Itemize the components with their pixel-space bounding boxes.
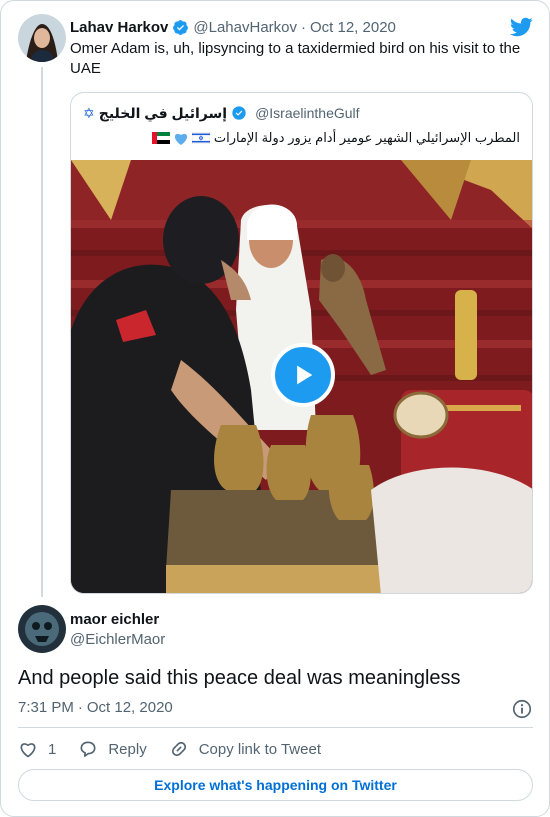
star-of-david-icon: ✡ <box>83 104 95 121</box>
separator-dot: · <box>301 18 306 36</box>
tweet-actions-bar: 1 Reply Copy link to Tweet <box>18 737 343 761</box>
copy-link-label: Copy link to Tweet <box>198 740 321 758</box>
quoted-author-name[interactable]: إسرائيل في الخليج <box>99 105 227 122</box>
reply-time[interactable]: 7:31 PM <box>18 699 74 716</box>
tweet-date[interactable]: Oct 12, 2020 <box>310 19 396 36</box>
reply-tweet-text: And people said this peace deal was mean… <box>18 667 461 689</box>
like-count: 1 <box>48 740 57 758</box>
verified-badge-icon <box>232 106 246 120</box>
quoted-tweet-text: المطرب الإسرائيلي الشهير عومير أدام يزور… <box>213 130 520 145</box>
parent-tweet-text: Omer Adam is, uh, lipsyncing to a taxide… <box>70 40 521 77</box>
reply-bubble-icon <box>80 741 96 757</box>
copy-link-button[interactable]: Copy link to Tweet <box>169 739 321 759</box>
quoted-author-handle[interactable]: @IsraelintheGulf <box>255 105 359 121</box>
quoted-tweet-header: ✡ إسرائيل في الخليج @IsraelintheGulf <box>71 103 532 123</box>
reply-label: Reply <box>108 740 147 758</box>
divider <box>18 727 533 728</box>
blue-heart-icon <box>175 133 188 145</box>
explore-twitter-button[interactable]: Explore what's happening on Twitter <box>18 769 533 801</box>
uae-flag-icon <box>152 131 171 144</box>
author-name[interactable]: Lahav Harkov <box>70 19 168 36</box>
twitter-bird-icon[interactable] <box>509 15 533 39</box>
reply-button[interactable]: Reply <box>78 739 147 759</box>
play-video-button[interactable] <box>271 343 335 407</box>
reply-author-name[interactable]: maor eichler <box>70 611 159 628</box>
quoted-tweet[interactable]: ✡ إسرائيل في الخليج @IsraelintheGulf الم… <box>70 92 533 594</box>
parent-tweet-header: Lahav Harkov @LahavHarkov · Oct 12, 2020 <box>70 17 396 37</box>
verified-badge-icon <box>173 19 189 35</box>
heart-icon <box>20 743 36 758</box>
embedded-tweet-card: Lahav Harkov @LahavHarkov · Oct 12, 2020… <box>0 0 550 817</box>
author-handle[interactable]: @LahavHarkov <box>193 19 297 36</box>
video-thumbnail[interactable] <box>71 160 532 593</box>
reply-timestamp[interactable]: 7:31 PM · Oct 12, 2020 <box>18 699 173 716</box>
israel-flag-icon <box>192 131 211 144</box>
separator-dot: · <box>77 699 83 716</box>
avatar-lahav-harkov[interactable] <box>18 14 66 62</box>
thread-connector-line <box>41 67 43 597</box>
reply-date[interactable]: Oct 12, 2020 <box>87 699 173 716</box>
quoted-tweet-text-row: المطرب الإسرائيلي الشهير عومير أدام يزور… <box>83 129 520 147</box>
avatar-maor-eichler[interactable] <box>18 605 66 653</box>
link-icon <box>171 741 186 757</box>
reply-author-handle[interactable]: @EichlerMaor <box>70 631 165 648</box>
like-button[interactable]: 1 <box>18 739 56 759</box>
info-icon[interactable] <box>511 698 533 720</box>
play-icon <box>297 365 313 385</box>
quoted-emoji-group <box>152 131 211 146</box>
